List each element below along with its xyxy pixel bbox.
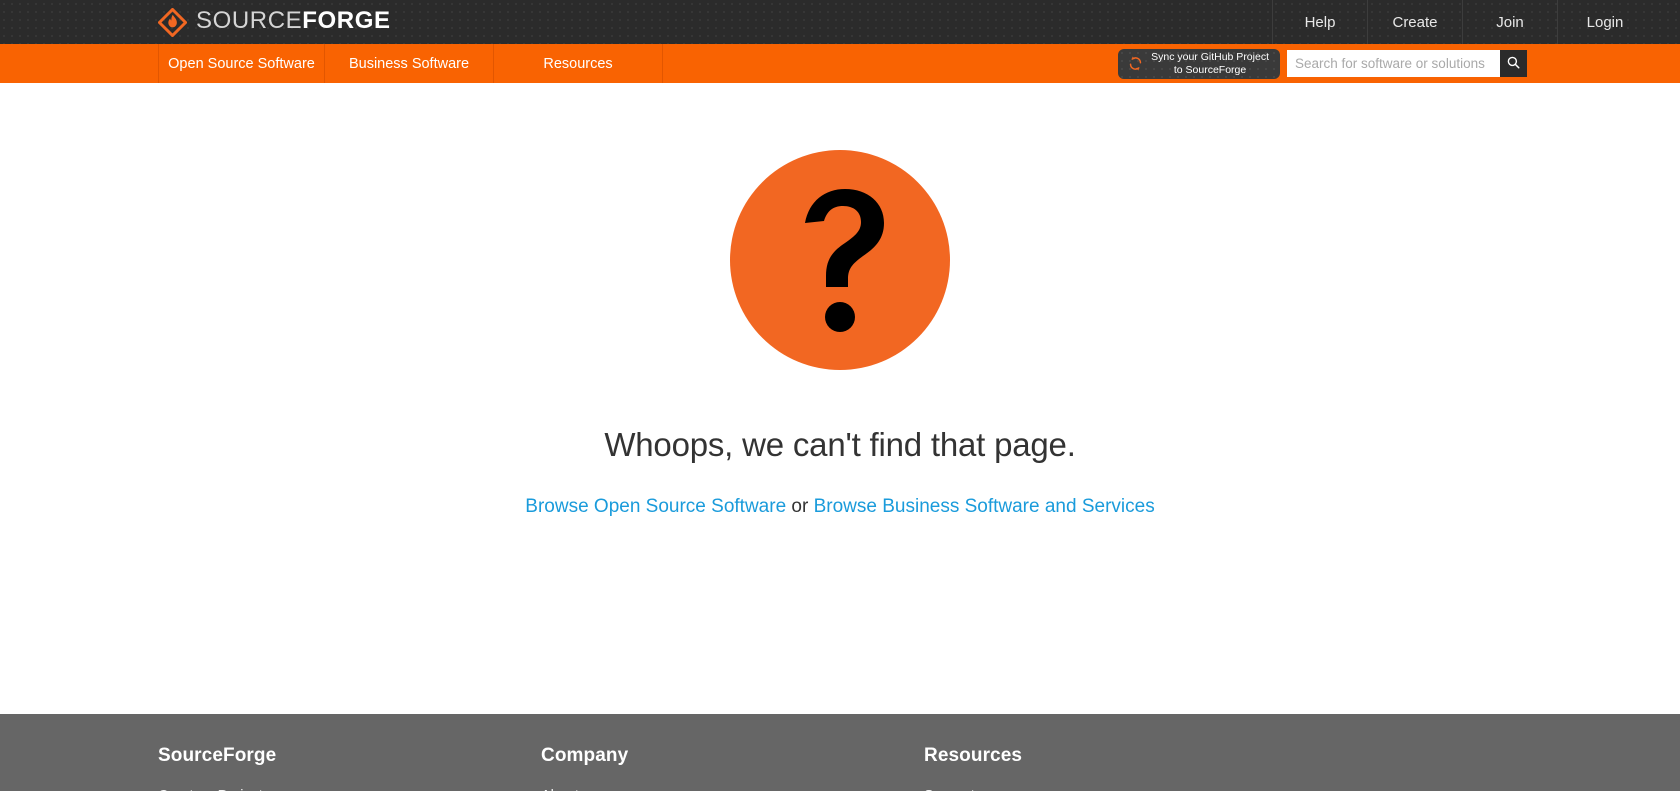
sync-circular-arrows-icon (1127, 55, 1144, 72)
footer-column-resources: Resources Support Site Documentation (924, 745, 1051, 791)
top-nav: Help Create Join Login (1272, 0, 1680, 44)
links-conjunction: or (786, 496, 814, 517)
link-browse-open-source-software[interactable]: Browse Open Source Software (525, 496, 786, 517)
footer-columns: SourceForge Create a Project Open Source… (0, 714, 1680, 791)
nav-item-business-software[interactable]: Business Software (325, 44, 494, 83)
search-input[interactable] (1287, 50, 1500, 77)
sourceforge-diamond-flame-logo-icon (158, 7, 187, 37)
footer-heading-company: Company (541, 745, 629, 766)
nav-item-resources[interactable]: Resources (494, 44, 663, 83)
main-nav-bar: Open Source Software Business Software R… (0, 44, 1680, 83)
github-sync-button[interactable]: Sync your GitHub Project to SourceForge (1118, 48, 1280, 79)
category-nav: Open Source Software Business Software R… (158, 44, 663, 83)
search-box (1287, 50, 1527, 77)
top-nav-right-spacer (1652, 0, 1680, 44)
github-sync-label: Sync your GitHub Project to SourceForge (1151, 51, 1269, 77)
logo-wordmark: SOURCEFORGE (196, 9, 391, 35)
site-footer: SourceForge Create a Project Open Source… (0, 714, 1680, 791)
logo-word-source: SOURCE (196, 7, 303, 34)
top-nav-item-join[interactable]: Join (1462, 0, 1557, 44)
page-title: Whoops, we can't find that page. (604, 426, 1076, 463)
footer-column-sourceforge: SourceForge Create a Project Open Source… (158, 745, 541, 791)
nav-item-open-source-software[interactable]: Open Source Software (159, 44, 325, 83)
logo-word-forge: FORGE (302, 7, 391, 34)
github-sync-line2: to SourceForge (1173, 63, 1247, 76)
top-nav-item-create[interactable]: Create (1367, 0, 1462, 44)
nav-right-group: Sync your GitHub Project to SourceForge (1118, 44, 1680, 83)
top-nav-item-login[interactable]: Login (1557, 0, 1652, 44)
top-nav-item-help[interactable]: Help (1272, 0, 1367, 44)
footer-column-company: Company About Team (541, 745, 924, 791)
sourceforge-logo[interactable]: SOURCEFORGE (158, 0, 391, 44)
github-sync-line1: Sync your GitHub Project (1151, 50, 1269, 63)
footer-heading-sourceforge: SourceForge (158, 745, 277, 766)
question-mark-circle-icon (730, 150, 950, 370)
top-header-bar: SOURCEFORGE Help Create Join Login (0, 0, 1680, 44)
error-page-content: Whoops, we can't find that page. Browse … (0, 83, 1680, 714)
link-browse-business-software[interactable]: Browse Business Software and Services (814, 496, 1155, 517)
browse-links: Browse Open Source Software or Browse Bu… (525, 496, 1154, 518)
search-submit-button[interactable] (1500, 50, 1527, 77)
footer-heading-resources: Resources (924, 745, 1023, 766)
search-magnifier-icon (1506, 55, 1521, 73)
